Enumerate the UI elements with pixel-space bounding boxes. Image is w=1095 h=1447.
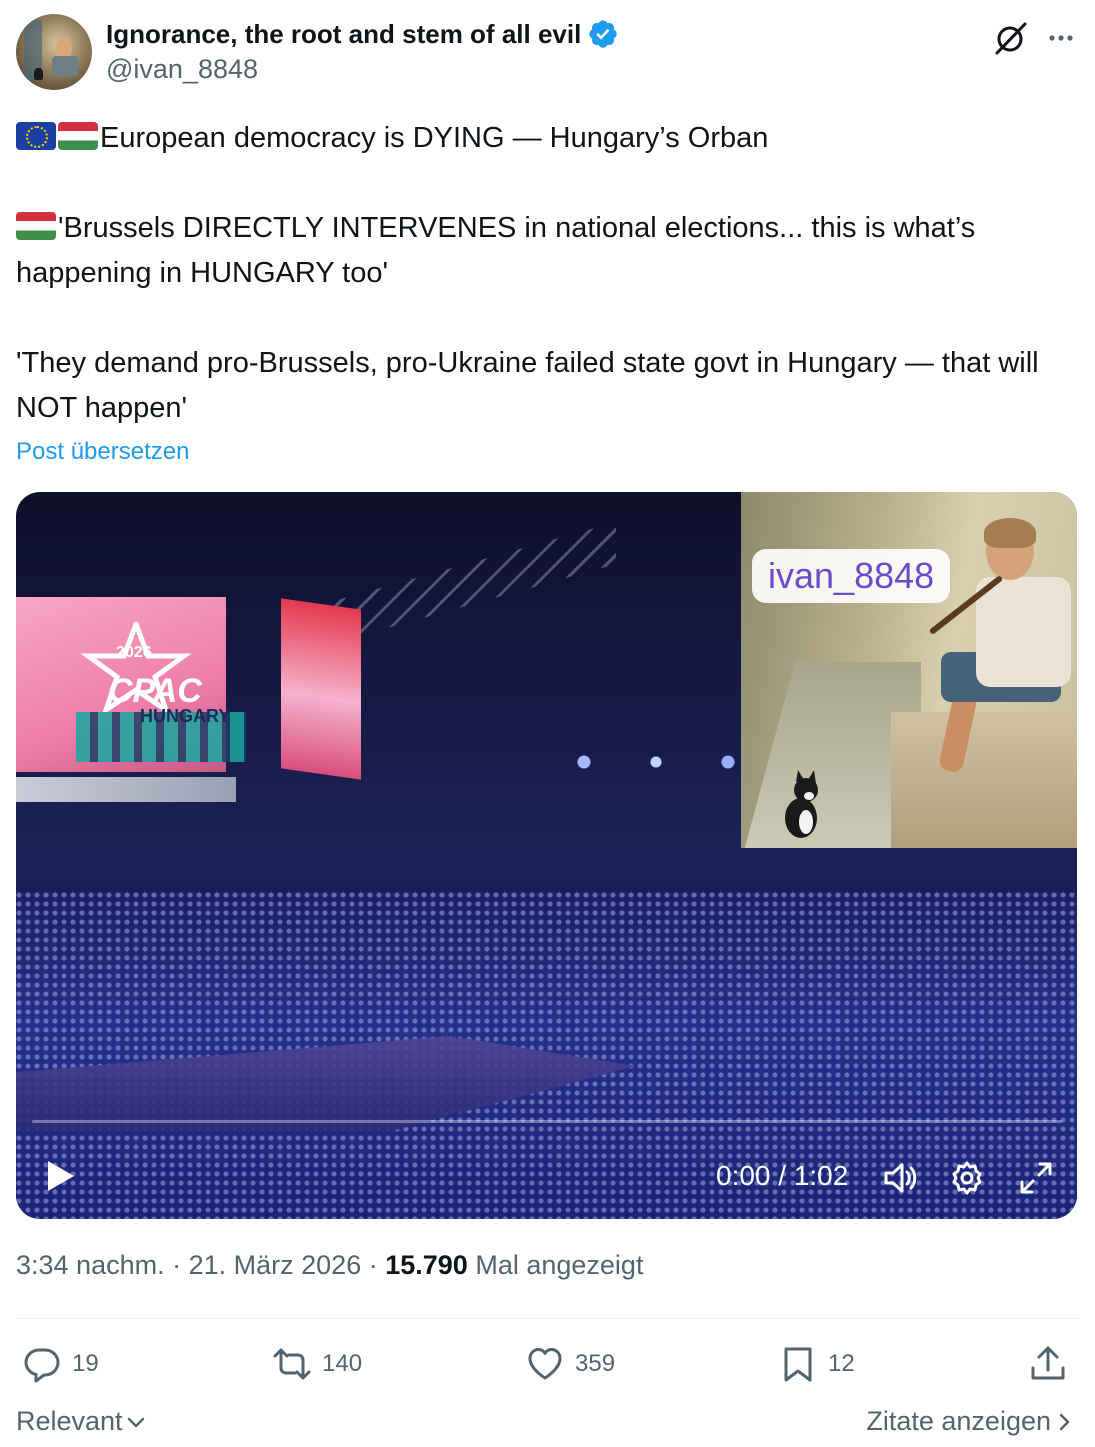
sort-replies-button[interactable]: Relevant bbox=[16, 1406, 147, 1437]
verified-badge-icon bbox=[589, 20, 617, 48]
bookmark-icon bbox=[784, 1347, 812, 1382]
chevron-right-icon bbox=[1059, 1413, 1070, 1430]
repost-button[interactable]: 140 bbox=[272, 1340, 362, 1388]
inset-cat bbox=[785, 770, 818, 838]
share-icon bbox=[1031, 1346, 1065, 1380]
repost-count: 140 bbox=[322, 1350, 363, 1377]
avatar-detail bbox=[52, 56, 78, 76]
meta-separator: · bbox=[368, 1250, 386, 1280]
inset-boy bbox=[984, 518, 1036, 548]
tweet-meta: 3:34 nachm. · 21. März 2026 · 15.790 Mal… bbox=[16, 1250, 643, 1281]
video-frame-side-screen bbox=[281, 598, 361, 780]
tweet-spacer bbox=[16, 161, 1079, 206]
video-frame-banner bbox=[16, 777, 236, 802]
inset-boy bbox=[976, 577, 1071, 687]
video-progress-bar[interactable] bbox=[32, 1120, 1062, 1123]
tweet-text-line3: 'They demand pro-Brussels, pro-Ukraine f… bbox=[16, 347, 1039, 424]
inset-steps bbox=[891, 712, 1077, 848]
tweet-line: European democracy is DYING — Hungary’s … bbox=[16, 116, 1079, 161]
author-display-name[interactable]: Ignorance, the root and stem of all evil bbox=[106, 19, 581, 50]
video-inset-image bbox=[741, 492, 1077, 848]
video-frame-truss bbox=[316, 522, 616, 648]
bookmark-button[interactable]: 12 bbox=[778, 1340, 855, 1388]
avatar-detail bbox=[56, 36, 72, 58]
chevron-down-icon bbox=[127, 1417, 144, 1427]
volume-icon[interactable] bbox=[880, 1158, 920, 1198]
view-count: 15.790 bbox=[385, 1250, 468, 1280]
video-player[interactable]: 2026 CPAC HUNGARY ivan_8848 0:00 / 1:02 bbox=[16, 492, 1077, 1219]
eu-flag-icon bbox=[16, 122, 56, 150]
video-watermark: ivan_8848 bbox=[752, 549, 951, 603]
reply-button[interactable]: 19 bbox=[22, 1340, 99, 1388]
hungary-flag-icon bbox=[16, 212, 56, 240]
grok-icon[interactable] bbox=[993, 20, 1029, 56]
like-button[interactable]: 359 bbox=[525, 1340, 615, 1388]
tweet-spacer bbox=[16, 296, 1079, 341]
view-count-label: Mal angezeigt bbox=[475, 1250, 644, 1280]
sort-label: Relevant bbox=[16, 1406, 123, 1436]
settings-gear-icon[interactable] bbox=[947, 1158, 987, 1198]
tweet-date[interactable]: 21. März 2026 bbox=[189, 1250, 362, 1280]
like-count: 359 bbox=[575, 1350, 616, 1377]
author-handle[interactable]: @ivan_8848 bbox=[106, 54, 258, 85]
avatar-detail bbox=[34, 68, 43, 80]
tweet-header: Ignorance, the root and stem of all evil… bbox=[16, 14, 1079, 92]
divider bbox=[16, 1318, 1079, 1319]
author-avatar[interactable] bbox=[16, 14, 92, 90]
more-options-icon[interactable] bbox=[1045, 22, 1077, 54]
meta-separator: · bbox=[172, 1250, 189, 1280]
play-icon[interactable] bbox=[40, 1156, 80, 1196]
view-quotes-link[interactable]: Zitate anzeigen bbox=[866, 1406, 1075, 1437]
tweet-text-line2: 'Brussels DIRECTLY INTERVENES in nationa… bbox=[16, 212, 976, 289]
view-quotes-label: Zitate anzeigen bbox=[866, 1406, 1051, 1436]
tweet-text-line1: European democracy is DYING — Hungary’s … bbox=[100, 122, 769, 154]
bookmark-count: 12 bbox=[828, 1350, 855, 1377]
heart-icon bbox=[528, 1348, 562, 1380]
fullscreen-icon[interactable] bbox=[1016, 1158, 1056, 1198]
video-time: 0:00 / 1:02 bbox=[716, 1160, 849, 1191]
tweet-line: 'Brussels DIRECTLY INTERVENES in nationa… bbox=[16, 206, 1079, 296]
tweet-line: 'They demand pro-Brussels, pro-Ukraine f… bbox=[16, 341, 1079, 431]
author-name-row: Ignorance, the root and stem of all evil bbox=[106, 16, 619, 52]
share-button[interactable] bbox=[1028, 1340, 1068, 1388]
reply-icon bbox=[24, 1348, 60, 1383]
hungary-flag-icon bbox=[58, 122, 98, 150]
video-frame-lights bbox=[536, 732, 776, 792]
reply-count: 19 bbox=[72, 1350, 99, 1377]
stage-screen-country: HUNGARY bbox=[140, 706, 231, 726]
translate-post-link[interactable]: Post übersetzen bbox=[16, 438, 189, 466]
stage-screen-year: 2026 bbox=[116, 644, 152, 661]
tweet-body: European democracy is DYING — Hungary’s … bbox=[16, 116, 1079, 431]
repost-icon bbox=[273, 1348, 311, 1380]
tweet-time[interactable]: 3:34 nachm. bbox=[16, 1250, 165, 1280]
